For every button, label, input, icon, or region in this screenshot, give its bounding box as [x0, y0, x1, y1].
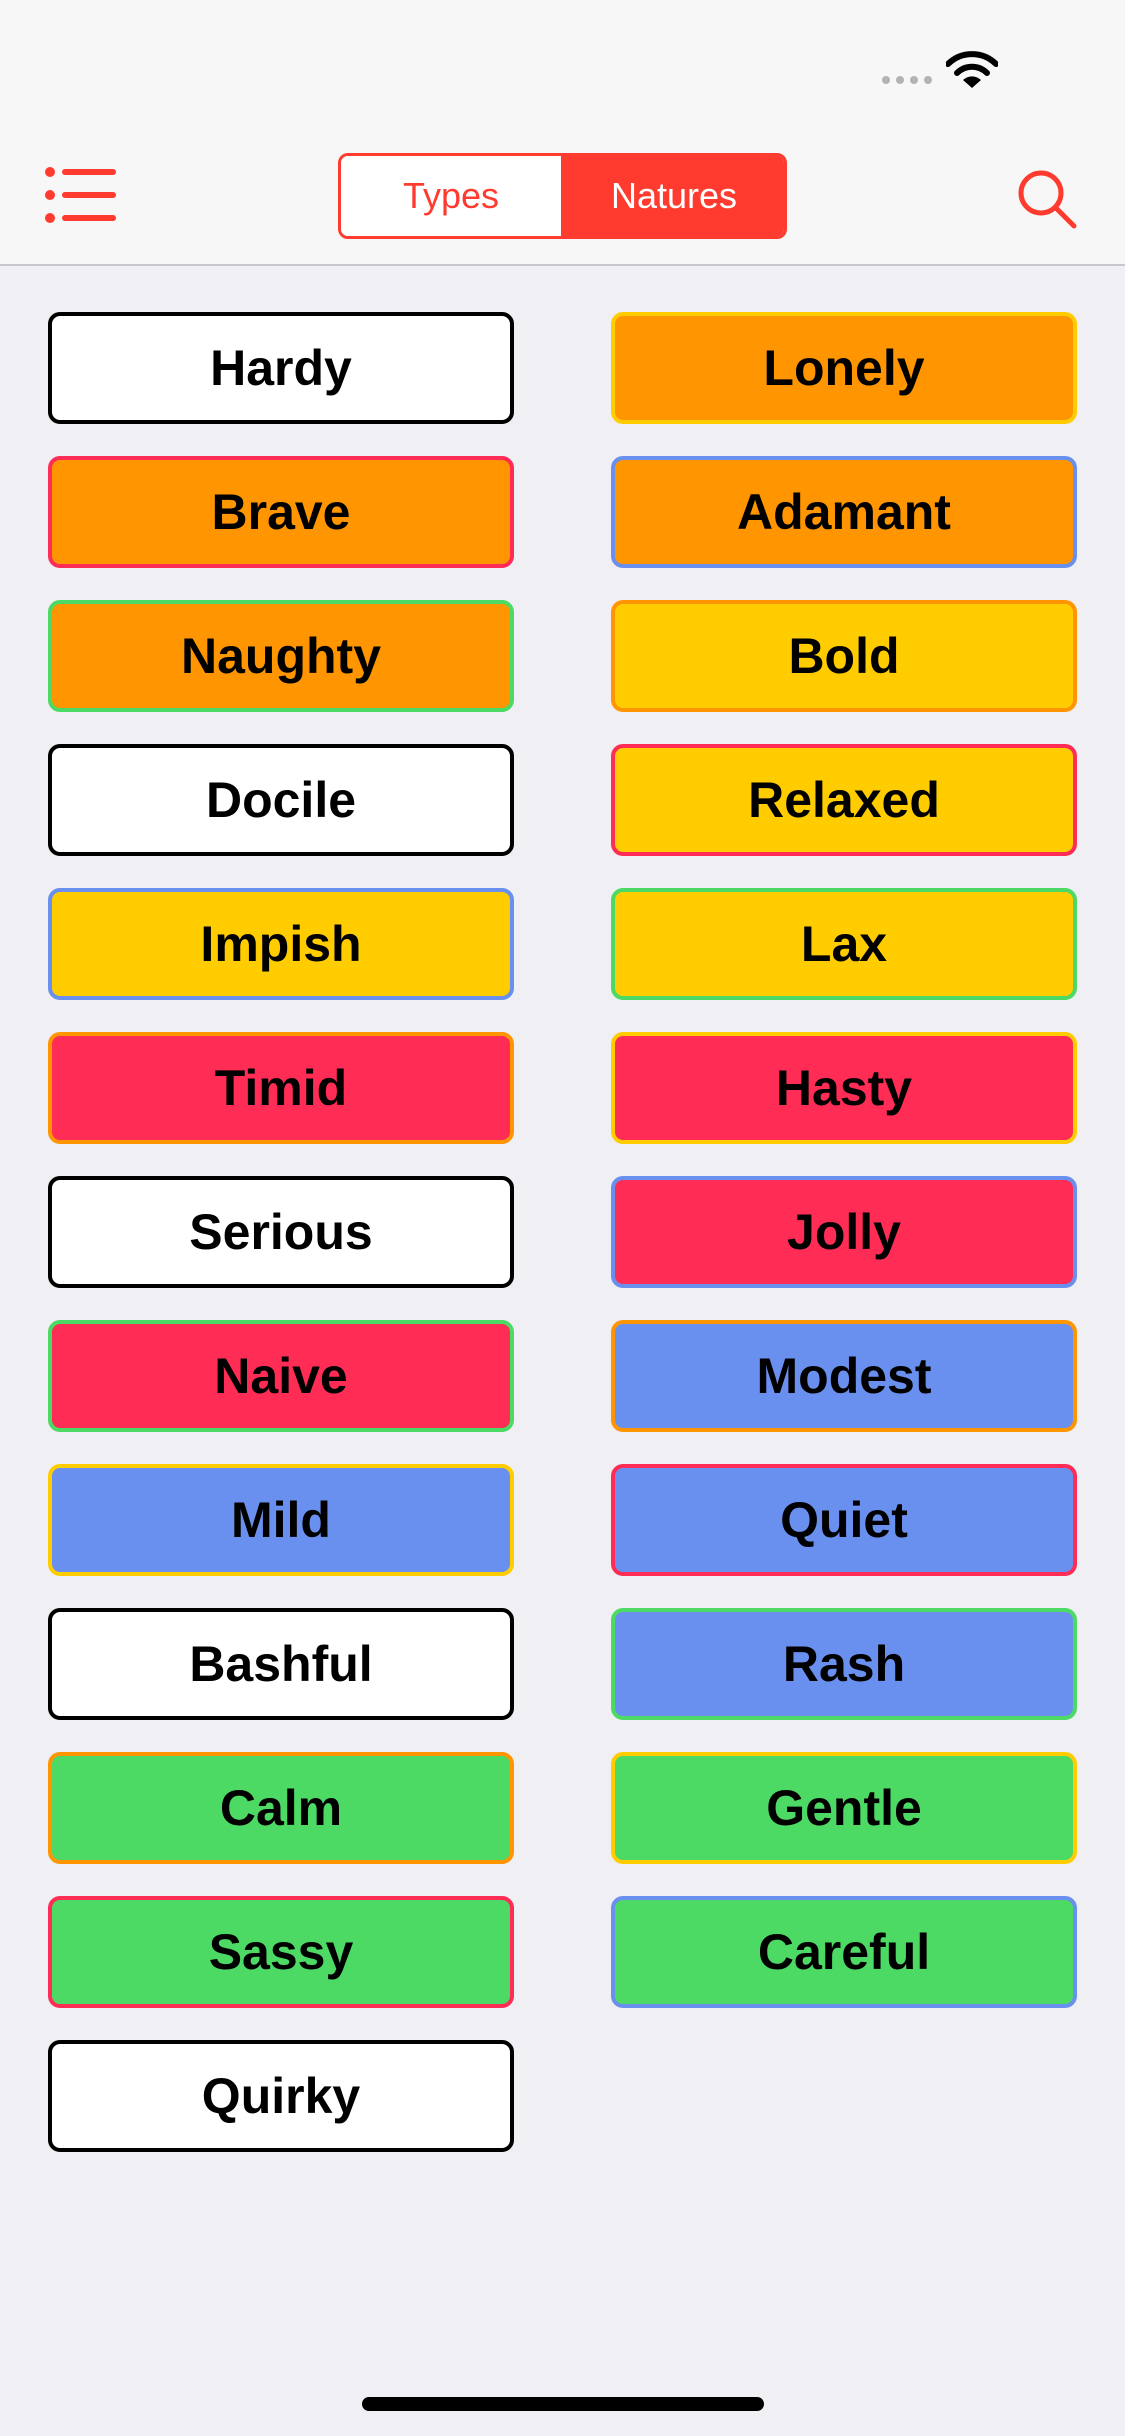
nature-button-timid[interactable]: Timid — [48, 1032, 514, 1144]
navigation-bar: Types Natures — [0, 130, 1125, 266]
nature-button-gentle[interactable]: Gentle — [611, 1752, 1077, 1864]
nature-button-modest[interactable]: Modest — [611, 1320, 1077, 1432]
nature-button-brave[interactable]: Brave — [48, 456, 514, 568]
nature-button-bold[interactable]: Bold — [611, 600, 1077, 712]
nature-button-calm[interactable]: Calm — [48, 1752, 514, 1864]
status-bar — [0, 0, 1125, 130]
nature-button-quiet[interactable]: Quiet — [611, 1464, 1077, 1576]
nature-button-hasty[interactable]: Hasty — [611, 1032, 1077, 1144]
nature-button-careful[interactable]: Careful — [611, 1896, 1077, 2008]
home-indicator[interactable] — [362, 2397, 764, 2411]
nature-button-naive[interactable]: Naive — [48, 1320, 514, 1432]
segment-natures[interactable]: Natures — [561, 156, 784, 236]
cellular-signal-icon — [882, 76, 932, 84]
nature-button-lax[interactable]: Lax — [611, 888, 1077, 1000]
nature-button-lonely[interactable]: Lonely — [611, 312, 1077, 424]
nature-button-hardy[interactable]: Hardy — [48, 312, 514, 424]
nature-button-mild[interactable]: Mild — [48, 1464, 514, 1576]
nature-button-impish[interactable]: Impish — [48, 888, 514, 1000]
nature-button-relaxed[interactable]: Relaxed — [611, 744, 1077, 856]
list-icon[interactable] — [44, 164, 118, 226]
search-icon[interactable] — [1016, 168, 1078, 230]
nature-button-rash[interactable]: Rash — [611, 1608, 1077, 1720]
segment-types[interactable]: Types — [341, 156, 561, 236]
nature-button-adamant[interactable]: Adamant — [611, 456, 1077, 568]
nature-button-naughty[interactable]: Naughty — [48, 600, 514, 712]
natures-grid: Hardy Lonely Brave Adamant Naughty Bold Docile… — [48, 312, 1077, 2152]
nature-button-quirky[interactable]: Quirky — [48, 2040, 514, 2152]
types-natures-segmented-control: Types Natures — [338, 153, 787, 239]
nature-button-docile[interactable]: Docile — [48, 744, 514, 856]
nature-button-bashful[interactable]: Bashful — [48, 1608, 514, 1720]
nature-button-sassy[interactable]: Sassy — [48, 1896, 514, 2008]
nature-button-serious[interactable]: Serious — [48, 1176, 514, 1288]
wifi-icon — [946, 51, 998, 88]
nature-button-jolly[interactable]: Jolly — [611, 1176, 1077, 1288]
